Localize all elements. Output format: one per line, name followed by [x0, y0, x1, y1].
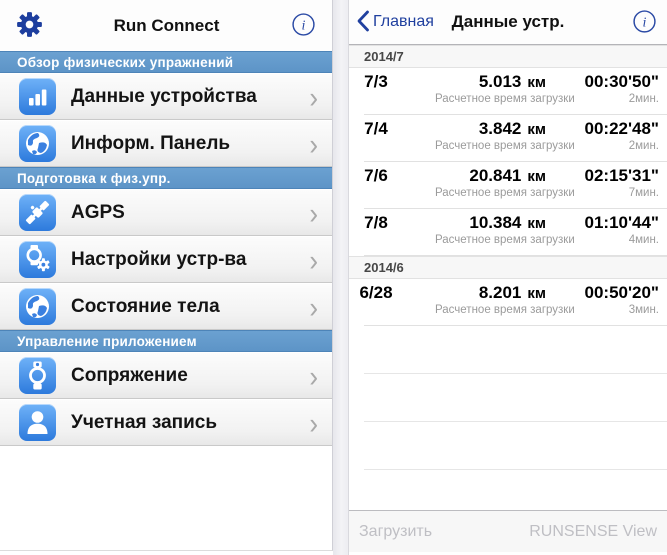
chevron-left-icon [356, 10, 370, 35]
distance-unit: км [527, 74, 546, 91]
section-title: Управление приложением [17, 333, 197, 349]
menu-item-pairing[interactable]: Сопряжение › [0, 352, 332, 399]
satellite-icon [19, 194, 56, 231]
bar-chart-icon [19, 78, 56, 115]
workout-distance: 8.201 км [478, 283, 546, 302]
menu-item-label: Состояние тела [71, 295, 220, 317]
empty-table-row [349, 374, 667, 422]
workout-row[interactable]: 6/28 8.201 км 00:50'20" Расчетное время з… [349, 279, 667, 326]
globe-icon [19, 288, 56, 325]
chevron-right-icon: › [309, 405, 318, 440]
workout-row[interactable]: 7/6 20.841 км 02:15'31" Расчетное время з… [349, 162, 667, 209]
menu-item-label: Данные устройства [71, 85, 257, 107]
app-screenshot-pair: Run Connect i Обзор физических упражнени… [0, 0, 667, 555]
info-icon: i [291, 12, 316, 40]
info-button[interactable]: i [627, 6, 661, 40]
upload-time-value: 4мин. [628, 234, 659, 246]
upload-time-label: Расчетное время загрузки [435, 93, 575, 105]
right-nav-bar: Данные устр. Главная i [349, 0, 667, 45]
info-button[interactable]: i [286, 9, 320, 43]
device-data-screen: Данные устр. Главная i 2014/7 7/3 5.013 … [348, 0, 667, 555]
runsense-view-button[interactable]: RUNSENSE View [529, 523, 657, 541]
workout-time: 00:50'20" [584, 283, 660, 302]
upload-time-label: Расчетное время загрузки [435, 234, 575, 246]
user-icon [19, 404, 56, 441]
menu-item-device-data[interactable]: Данные устройства › [0, 73, 332, 120]
left-nav-bar: Run Connect i [0, 0, 332, 51]
menu-item-account[interactable]: Учетная запись › [0, 399, 332, 446]
workout-time: 00:30'50" [584, 72, 660, 91]
upload-time-label: Расчетное время загрузки [435, 304, 575, 316]
watch-gear-icon [19, 241, 56, 278]
distance-unit: км [527, 215, 546, 232]
chevron-right-icon: › [309, 79, 318, 114]
workout-distance: 10.384 км [469, 213, 546, 232]
chevron-right-icon: › [309, 289, 318, 324]
section-title: Подготовка к физ.упр. [17, 170, 171, 186]
chevron-right-icon: › [309, 358, 318, 393]
empty-table-row [349, 326, 667, 374]
upload-time-value: 3мин. [628, 304, 659, 316]
upload-time-value: 2мин. [628, 93, 659, 105]
month-label: 2014/6 [364, 260, 404, 275]
menu-item-label: Учетная запись [71, 411, 218, 433]
section-header: Обзор физических упражнений [0, 51, 332, 73]
workout-date: 7/3 [364, 72, 388, 91]
svg-text:i: i [642, 15, 646, 31]
distance-unit: км [527, 285, 546, 302]
workout-date: 6/28 [359, 283, 393, 302]
chevron-right-icon: › [309, 126, 318, 161]
month-label: 2014/7 [364, 49, 404, 64]
info-icon: i [632, 9, 657, 37]
menu-item-label: Сопряжение [71, 364, 188, 386]
chevron-right-icon: › [309, 195, 318, 230]
empty-table-row [349, 422, 667, 470]
section-title: Обзор физических упражнений [17, 54, 234, 70]
menu-item-label: Информ. Панель [71, 132, 231, 154]
workout-date: 7/6 [364, 166, 388, 185]
svg-text:i: i [301, 17, 305, 33]
screenshot-gap [333, 0, 348, 555]
workout-date: 7/8 [364, 213, 388, 232]
menu-item-agps[interactable]: AGPS › [0, 189, 332, 236]
workout-time: 00:22'48" [584, 119, 660, 138]
back-button[interactable]: Главная [349, 10, 438, 35]
distance-unit: км [527, 121, 546, 138]
workout-row[interactable]: 7/3 5.013 км 00:30'50" Расчетное время за… [349, 68, 667, 115]
month-section-header: 2014/7 [349, 45, 667, 68]
section-header: Управление приложением [0, 330, 332, 352]
settings-button[interactable] [12, 9, 46, 43]
month-section-header: 2014/6 [349, 256, 667, 279]
menu-item-info-panel[interactable]: Информ. Панель › [0, 120, 332, 167]
menu-item-label: Настройки устр-ва [71, 248, 247, 270]
gear-icon [16, 11, 43, 41]
section-header: Подготовка к физ.упр. [0, 167, 332, 189]
back-label: Главная [373, 13, 434, 30]
bottom-toolbar: Загрузить RUNSENSE View [349, 510, 667, 552]
workout-time: 02:15'31" [584, 166, 660, 185]
upload-time-value: 7мин. [628, 187, 659, 199]
workout-distance: 5.013 км [478, 72, 546, 91]
upload-time-label: Расчетное время загрузки [435, 140, 575, 152]
workout-row[interactable]: 7/8 10.384 км 01:10'44" Расчетное время з… [349, 209, 667, 256]
download-button[interactable]: Загрузить [359, 523, 432, 541]
workout-distance: 3.842 км [478, 119, 546, 138]
workout-distance: 20.841 км [469, 166, 546, 185]
main-menu-screen: Run Connect i Обзор физических упражнени… [0, 0, 333, 551]
menu-item-device-settings[interactable]: Настройки устр-ва › [0, 236, 332, 283]
upload-time-value: 2мин. [628, 140, 659, 152]
chevron-right-icon: › [309, 242, 318, 277]
workout-time: 01:10'44" [584, 213, 660, 232]
workout-row[interactable]: 7/4 3.842 км 00:22'48" Расчетное время за… [349, 115, 667, 162]
workout-date: 7/4 [364, 119, 388, 138]
menu-item-label: AGPS [71, 201, 125, 223]
app-title: Run Connect [113, 15, 220, 35]
watch-icon [19, 357, 56, 394]
menu-item-body-status[interactable]: Состояние тела › [0, 283, 332, 330]
upload-time-label: Расчетное время загрузки [435, 187, 575, 199]
globe-icon [19, 125, 56, 162]
distance-unit: км [527, 168, 546, 185]
